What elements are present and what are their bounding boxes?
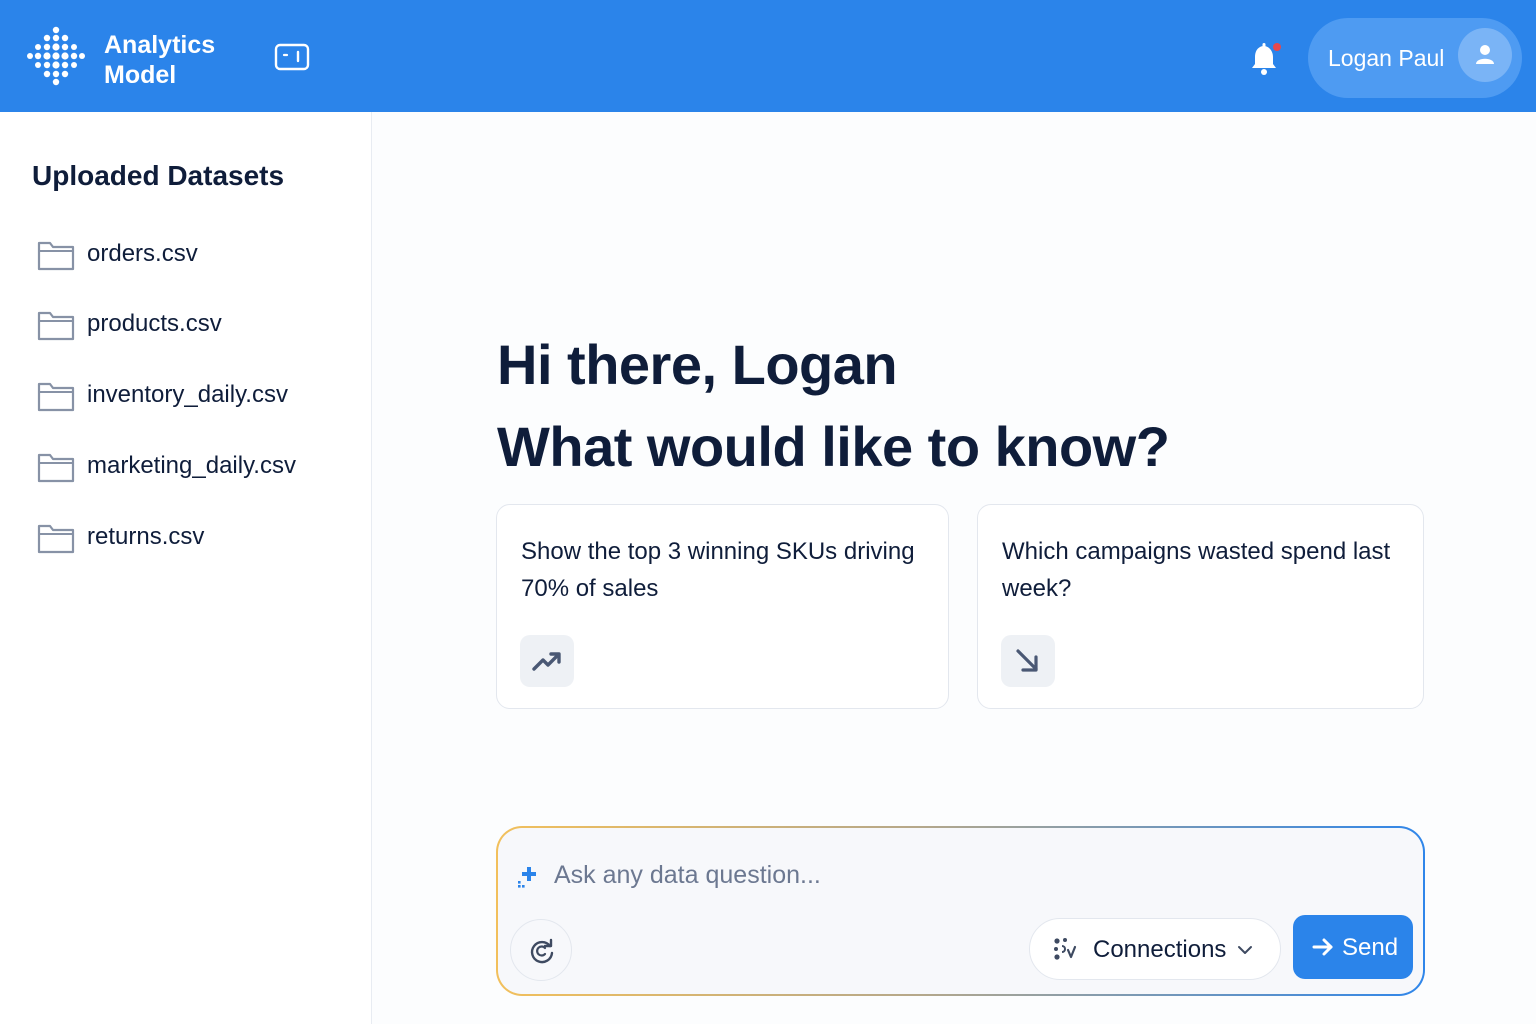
trending-up-icon xyxy=(532,652,561,671)
prompt-box: Connections Send xyxy=(496,826,1425,996)
send-label: Send xyxy=(1342,934,1399,961)
greeting-line-2: What would like to know? xyxy=(497,415,1170,478)
refresh-icon xyxy=(530,938,554,964)
notification-dot xyxy=(1273,43,1281,51)
dataset-label: inventory_daily.csv xyxy=(87,381,288,408)
avatar xyxy=(1458,28,1512,82)
dataset-item[interactable]: inventory_daily.csv xyxy=(36,375,356,415)
folder-icon xyxy=(37,453,75,483)
dataset-item[interactable]: marketing_daily.csv xyxy=(36,446,356,486)
dataset-item[interactable]: products.csv xyxy=(36,304,356,344)
suggestion-icon-box xyxy=(1001,635,1055,687)
brand-name: Analytics Model xyxy=(104,30,215,90)
main-content: Hi there, Logan What would like to know?… xyxy=(372,112,1536,1024)
dataset-label: marketing_daily.csv xyxy=(87,452,296,479)
suggestion-icon-box xyxy=(520,635,574,687)
dataset-label: orders.csv xyxy=(87,240,198,267)
sidebar-toggle-icon[interactable] xyxy=(274,42,310,72)
user-name: Logan Paul xyxy=(1328,45,1445,71)
greeting-heading: Hi there, Logan What would like to know? xyxy=(497,324,1170,488)
folder-icon xyxy=(37,241,75,271)
user-menu-button[interactable]: Logan Paul xyxy=(1308,18,1522,98)
greeting-line-1: Hi there, Logan xyxy=(497,333,898,396)
dataset-label: products.csv xyxy=(87,310,222,337)
arrow-down-right-icon xyxy=(1016,649,1038,672)
sparkle-plus-icon xyxy=(518,867,536,888)
brand-line-1: Analytics xyxy=(104,31,216,59)
notification-bell-icon[interactable] xyxy=(1246,40,1284,78)
chevron-down-icon xyxy=(1238,946,1252,954)
send-button[interactable]: Send xyxy=(1293,915,1413,979)
sidebar-title: Uploaded Datasets xyxy=(32,160,285,191)
top-header: Analytics Model Logan Paul xyxy=(0,0,1536,112)
connections-label: Connections xyxy=(1093,936,1227,963)
datasets-sidebar: Uploaded Datasets orders.csv products.cs… xyxy=(0,112,372,1024)
suggestion-card[interactable]: Which campaigns wasted spend last week? xyxy=(977,504,1424,709)
question-input[interactable] xyxy=(554,850,1354,900)
connections-icon xyxy=(1054,938,1077,960)
folder-icon xyxy=(37,524,75,554)
app-logo-icon xyxy=(27,26,85,86)
refresh-button[interactable] xyxy=(510,919,572,981)
arrow-right-icon xyxy=(1312,938,1333,956)
brand-line-2: Model xyxy=(104,61,177,89)
folder-icon xyxy=(37,311,75,341)
dataset-item[interactable]: orders.csv xyxy=(36,234,356,274)
connections-dropdown[interactable]: Connections xyxy=(1029,918,1281,980)
dataset-label: returns.csv xyxy=(87,523,205,550)
user-icon xyxy=(1476,45,1494,64)
prompt-box-inner: Connections Send xyxy=(498,828,1423,994)
suggestion-text: Which campaigns wasted spend last week? xyxy=(1002,538,1391,602)
dataset-item[interactable]: returns.csv xyxy=(36,517,356,557)
suggestion-text: Show the top 3 winning SKUs driving 70% … xyxy=(521,538,915,602)
suggestion-card[interactable]: Show the top 3 winning SKUs driving 70% … xyxy=(496,504,949,709)
folder-icon xyxy=(37,382,75,412)
